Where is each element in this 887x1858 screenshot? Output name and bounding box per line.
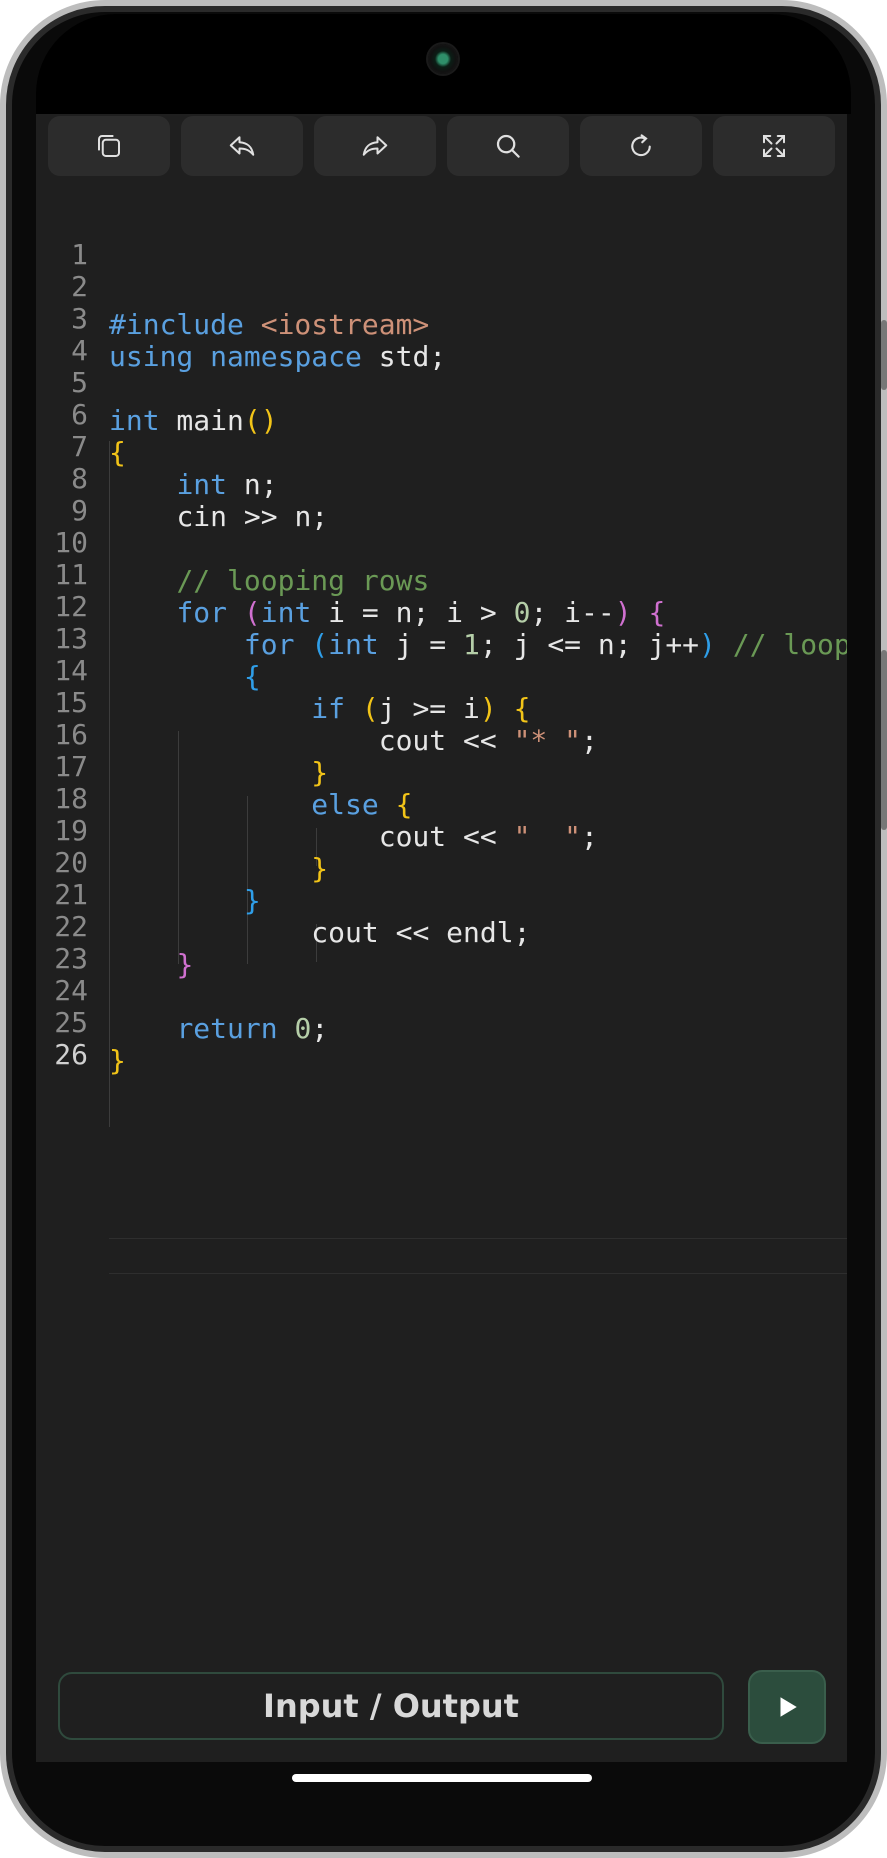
fullscreen-icon xyxy=(763,135,785,157)
screen: 1 2 #include <iostream> 3 using namespac… xyxy=(36,114,847,1762)
volume-button xyxy=(881,320,887,390)
redo-button[interactable] xyxy=(314,116,436,176)
redo-icon xyxy=(362,136,388,156)
input-output-button[interactable]: Input / Output xyxy=(58,1672,724,1740)
copy-button[interactable] xyxy=(48,116,170,176)
copy-icon xyxy=(98,135,120,157)
search-button[interactable] xyxy=(447,116,569,176)
run-button[interactable] xyxy=(748,1670,826,1744)
code-line: 26 xyxy=(36,998,847,1071)
play-icon xyxy=(780,1697,797,1717)
undo-icon xyxy=(229,136,255,156)
active-line-highlight xyxy=(109,1238,847,1274)
undo-button[interactable] xyxy=(181,116,303,176)
fullscreen-button[interactable] xyxy=(713,116,835,176)
search-icon xyxy=(496,134,520,158)
line-number: 26 xyxy=(54,1038,88,1071)
bottom-bar: Input / Output xyxy=(36,1666,847,1762)
editor-toolbar xyxy=(36,114,847,198)
code-editor[interactable]: 1 2 #include <iostream> 3 using namespac… xyxy=(36,198,847,1348)
power-button xyxy=(881,650,887,830)
home-indicator[interactable] xyxy=(292,1774,592,1782)
refresh-button[interactable] xyxy=(580,116,702,176)
front-camera-icon xyxy=(428,44,458,74)
refresh-icon xyxy=(631,134,651,157)
